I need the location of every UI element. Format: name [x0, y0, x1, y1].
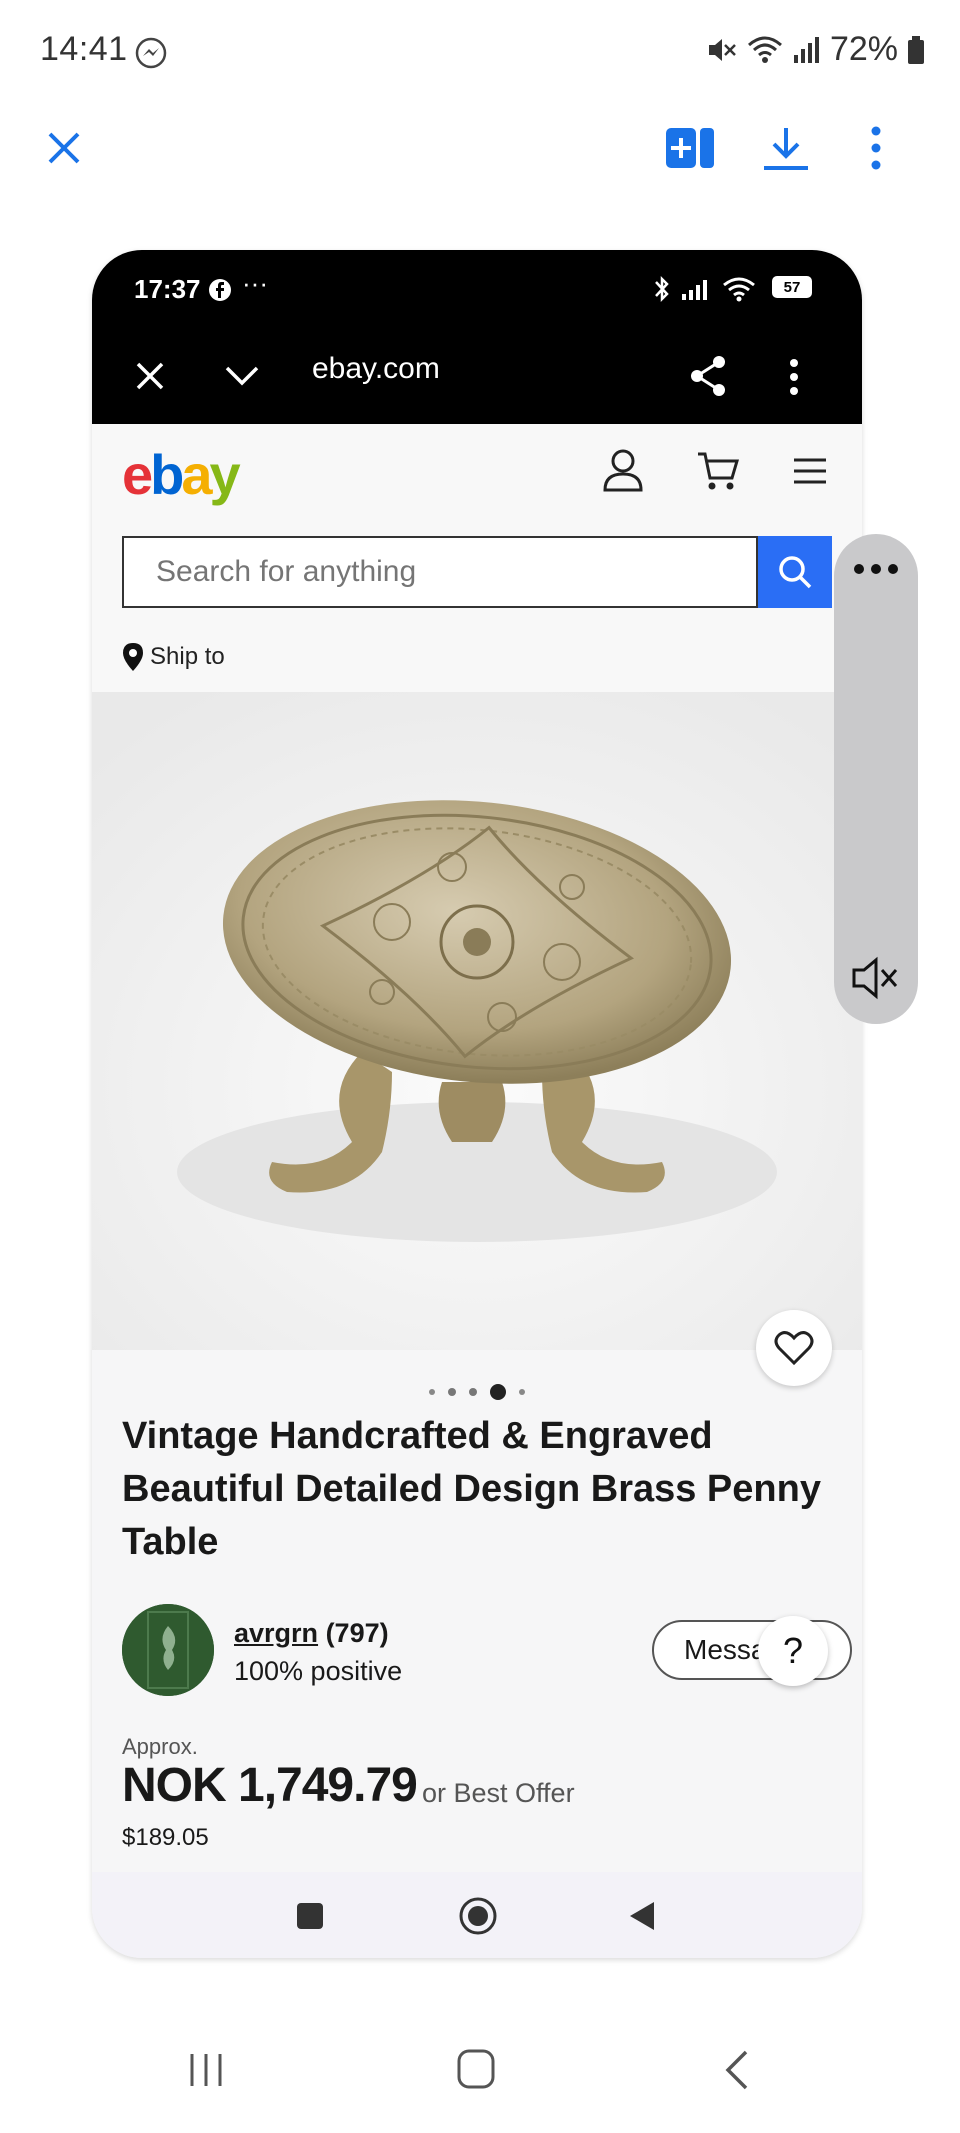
seller-positive: 100% positive [234, 1656, 403, 1686]
search-icon [779, 556, 812, 589]
ship-to-label: Ship to [150, 643, 225, 670]
seller-avatar[interactable] [122, 1604, 214, 1696]
home-circle-icon[interactable] [458, 1896, 498, 1936]
screenshot-preview: 17:37 ··· 57 ebay.com ebay Search for an… [92, 250, 862, 1958]
system-nav-bar [0, 2030, 960, 2130]
account-icon[interactable] [602, 448, 644, 492]
close-icon [48, 132, 80, 164]
more-options-button[interactable] [846, 118, 906, 178]
add-panel-icon [666, 128, 714, 168]
panel-more-icon[interactable] [852, 562, 900, 576]
heart-icon [774, 1331, 814, 1366]
messenger-icon [135, 37, 167, 69]
ebay-logo[interactable]: ebay [122, 442, 241, 507]
more-vertical-icon [871, 126, 881, 170]
cart-icon[interactable] [696, 450, 740, 492]
download-button[interactable] [756, 118, 816, 178]
recents-square-icon[interactable] [296, 1902, 324, 1930]
product-title: Vintage Handcrafted & Engraved Beautiful… [122, 1415, 821, 1563]
mute-icon [708, 38, 736, 61]
facebook-icon [209, 279, 231, 301]
pagination-dot[interactable] [429, 1389, 435, 1395]
add-to-collection-button[interactable] [660, 118, 720, 178]
browser-menu-icon[interactable] [788, 358, 800, 396]
wifi-icon [747, 36, 782, 63]
browser-toolbar: ebay.com [92, 330, 862, 424]
pagination-dot[interactable] [469, 1388, 477, 1396]
signal-icon [793, 36, 819, 63]
status-right: 72% [704, 30, 926, 69]
hamburger-menu-icon[interactable] [792, 456, 828, 486]
price-amount: NOK 1,749.79 [122, 1759, 418, 1812]
price-usd: $189.05 [122, 1824, 209, 1851]
watch-button[interactable] [756, 1310, 832, 1386]
floating-side-panel[interactable] [834, 534, 918, 1024]
pagination-dot[interactable] [519, 1389, 525, 1395]
close-button[interactable] [34, 118, 94, 178]
inner-nav-bar [92, 1872, 862, 1958]
search-button[interactable] [758, 536, 832, 608]
image-pagination-dots [92, 1384, 862, 1400]
product-photo [92, 692, 862, 1350]
browser-url[interactable]: ebay.com [312, 352, 440, 386]
battery-icon [908, 35, 924, 64]
best-offer-label: or Best Offer [422, 1778, 575, 1808]
seller-info[interactable]: avrgrn (797) [234, 1618, 389, 1649]
back-icon[interactable] [722, 2048, 752, 2092]
help-button[interactable]: ? [758, 1616, 828, 1686]
browser-close-icon[interactable] [134, 360, 166, 392]
product-image[interactable] [92, 692, 862, 1350]
price-approx-label: Approx. [122, 1734, 198, 1759]
search-input[interactable] [124, 538, 758, 606]
search-box [122, 536, 758, 608]
bluetooth-icon [655, 275, 669, 303]
seller-name[interactable]: avrgrn [234, 1618, 318, 1648]
location-pin-icon [123, 643, 143, 671]
inner-signal-icon [682, 280, 707, 300]
recent-apps-icon[interactable] [186, 2050, 226, 2090]
ship-to[interactable]: Ship to [122, 642, 225, 672]
inner-wifi-icon [723, 277, 755, 302]
download-icon [764, 128, 808, 170]
chevron-down-icon[interactable] [224, 364, 260, 388]
battery-percent: 72% [829, 30, 898, 68]
inner-battery-icon: 57 [772, 276, 812, 298]
pagination-dot-active[interactable] [490, 1384, 506, 1400]
seller-feedback-count: (797) [325, 1618, 389, 1648]
inner-status-time: 17:37 [134, 274, 201, 304]
more-notifications-icon: ··· [242, 268, 268, 298]
share-icon[interactable] [688, 354, 728, 398]
pagination-dot[interactable] [448, 1388, 456, 1396]
home-icon[interactable] [456, 2048, 496, 2090]
inner-status-bar: 17:37 ··· 57 [92, 250, 862, 330]
back-triangle-icon[interactable] [628, 1900, 656, 1932]
status-time: 14:41 [40, 30, 128, 68]
volume-mute-icon[interactable] [850, 954, 902, 1002]
inner-battery-level: 57 [783, 278, 801, 296]
seller-logo-icon [122, 1604, 214, 1696]
